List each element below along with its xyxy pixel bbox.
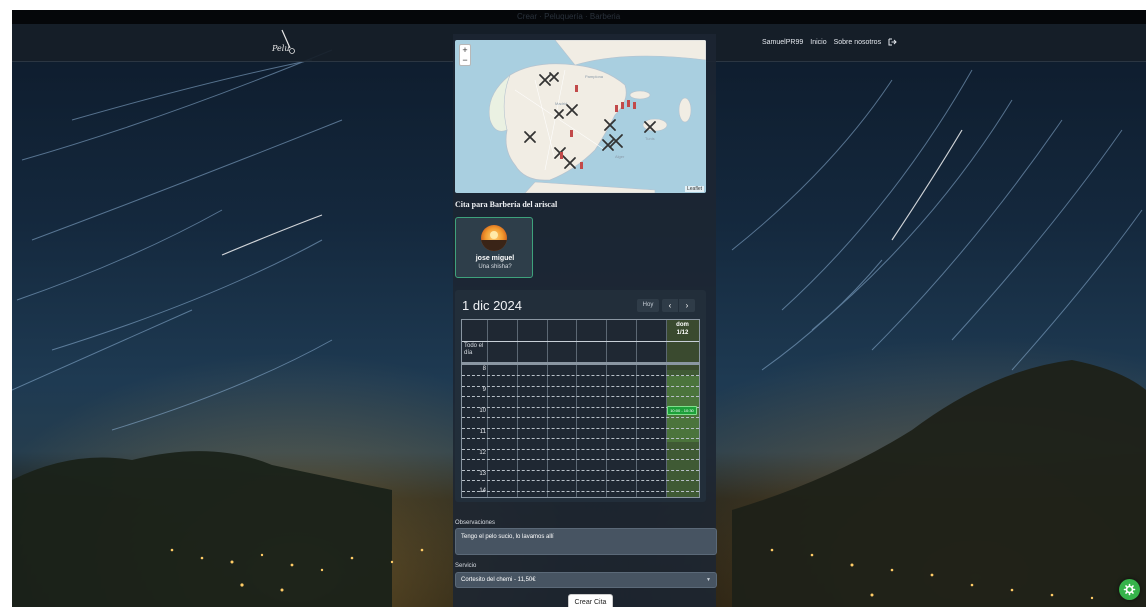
map-markers [524,72,656,169]
chevron-down-icon: ▼ [706,577,711,583]
nav-link-sobre-nosotros[interactable]: Sobre nosotros [834,39,881,46]
app-window: Crear · Peluquería · Barberia Pelu Samue… [12,10,1146,607]
day-header-date: 1/12 [676,330,689,336]
chevron-left-icon: ‹ [668,301,672,310]
hour-label: 10 [479,408,486,414]
selected-appointment-event[interactable]: 10:00 - 10:30 [667,406,697,415]
nav-links: SamuelPR99 Inicio Sobre nosotros [762,38,897,46]
scissors-logo-icon [281,29,295,54]
hour-label: 9 [482,387,486,393]
gear-icon [1123,583,1136,596]
barbershop-map[interactable]: Pamplona Madrid Alger Tunis + − Leaflet [455,40,706,193]
calendar-today-button[interactable]: Hoy [637,299,659,312]
logout-icon[interactable] [888,38,897,46]
map-attribution[interactable]: Leaflet [684,186,704,192]
chevron-right-icon: › [685,301,689,310]
hour-label: 12 [479,450,486,456]
calendar-title: 1 dic 2024 [462,298,522,313]
barber-avatar [481,225,507,251]
logo[interactable]: Pelu [268,28,308,58]
hour-label: 14 [479,488,486,494]
barber-name: jose miguel [475,255,515,262]
map-zoom-in-button[interactable]: + [460,45,470,55]
day-header[interactable]: dom 1/12 [666,321,699,337]
all-day-label: Todo el día [464,343,484,356]
crear-cita-button[interactable]: Crear Cita [568,594,613,607]
avatar-image [481,231,507,251]
observaciones-label: Observaciones [455,520,496,526]
appointment-calendar: 1 dic 2024 Hoy ‹ › dom 1/12 Todo el día … [455,290,706,502]
servicio-label: Servicio [455,563,477,569]
map-zoom-controls[interactable]: + − [459,44,471,66]
nav-link-inicio[interactable]: Inicio [810,39,826,46]
all-day-separator [462,362,699,365]
servicio-selected-value: Cortesito del chemi - 11,50€ [461,577,536,583]
calendar-prev-button[interactable]: ‹ [662,299,678,312]
barber-card[interactable]: jose miguel Una shisha? [455,217,533,278]
settings-floating-button[interactable] [1119,579,1140,600]
hour-label: 13 [479,471,486,477]
window-title: Crear · Peluquería · Barberia [517,12,621,21]
calendar-next-button[interactable]: › [679,299,695,312]
barber-description: Una shisha? [478,264,512,270]
hour-label: 11 [479,429,486,435]
hour-label: 8 [482,366,486,372]
booking-title: Cita para Barbería del ariscal [455,200,558,209]
logo-text: Pelu [272,44,290,53]
observaciones-textarea[interactable]: Tengo el pelo sucio, lo lavamos allí [455,528,717,555]
browser-titlebar: Crear · Peluquería · Barberia [12,10,1146,24]
map-zoom-out-button[interactable]: − [460,55,470,65]
servicio-select[interactable]: Cortesito del chemi - 11,50€ ▼ [455,572,717,588]
calendar-week-grid: dom 1/12 Todo el día 8 9 10 11 12 13 14 … [461,319,700,498]
nav-username[interactable]: SamuelPR99 [762,39,803,46]
day-header-weekday: dom [676,322,689,328]
